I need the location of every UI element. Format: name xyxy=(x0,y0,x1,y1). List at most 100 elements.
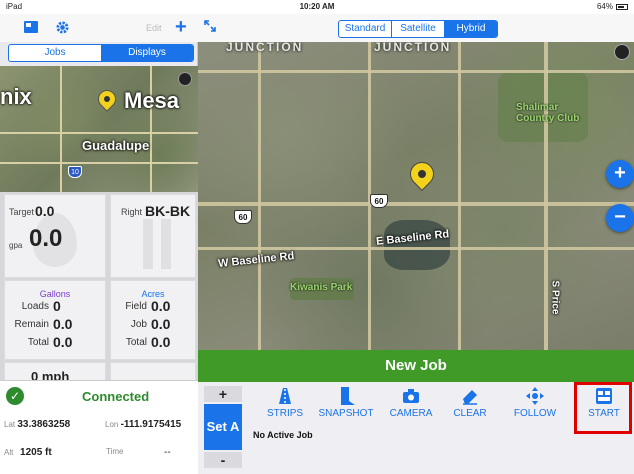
loads-value-wrap: 0 xyxy=(53,298,61,314)
right-label: Right xyxy=(121,207,143,217)
camera-icon xyxy=(403,389,419,403)
longitude: Lon -111.9175415 xyxy=(105,419,181,430)
strips-icon xyxy=(279,388,291,404)
zoom-out-button[interactable]: − xyxy=(606,204,634,232)
eraser-icon xyxy=(463,390,477,405)
location-pin-icon[interactable] xyxy=(405,157,439,191)
mini-map[interactable]: nix Mesa Guadalupe 10 xyxy=(0,66,198,192)
altitude: Alt 1205 ft xyxy=(4,447,52,458)
target-label: Target xyxy=(9,207,35,217)
left-toolbar: Edit + xyxy=(0,14,198,42)
remain-value-wrap: 0.0 xyxy=(53,316,72,332)
connection-status: Connected xyxy=(82,389,150,404)
lon-value: -111.9175415 xyxy=(120,419,182,430)
display-icon[interactable] xyxy=(24,21,38,36)
time-value: -- xyxy=(164,447,171,458)
time-label: Time xyxy=(106,447,124,456)
road xyxy=(198,202,634,206)
map-toolbar: Standard Satellite Hybrid xyxy=(198,14,634,42)
jobs-displays-segment: Jobs Displays xyxy=(8,44,194,62)
remain-value: 0.0 xyxy=(53,316,73,332)
clock: 10:20 AM xyxy=(299,2,335,11)
snapshot-button[interactable]: SNAPSHOT xyxy=(314,386,378,419)
edit-button[interactable]: Edit xyxy=(146,23,162,33)
map-type-hybrid[interactable]: Hybrid xyxy=(445,21,497,37)
follow-label: FOLLOW xyxy=(513,408,557,419)
gallons-card[interactable]: Gallons Loads 0 Remain 0.0 Total 0.0 xyxy=(4,280,106,360)
map-label-junction-1: JUNCTION xyxy=(226,42,304,54)
compass-icon[interactable] xyxy=(614,44,630,60)
gallons-total-label: Total xyxy=(27,337,49,348)
loads-label: Loads xyxy=(21,301,49,312)
status-bar: iPad 10:20 AM 64% xyxy=(0,0,634,14)
lon-label: Lon xyxy=(105,420,119,429)
lat-value: 33.3863258 xyxy=(17,419,71,430)
field-value-wrap: 0.0 xyxy=(151,298,170,314)
strips-label: STRIPS xyxy=(266,408,304,419)
map-label-nix: nix xyxy=(0,84,32,109)
bottom-toolbar: + Set A - No Active Job STRIPS SNAPSHOT … xyxy=(198,382,634,474)
add-button[interactable]: + xyxy=(175,17,187,37)
active-job-status: No Active Job xyxy=(253,430,313,440)
arrows-icon xyxy=(137,215,177,271)
connection-panel: ✓ Connected Lat 33.3863258 Lon -111.9175… xyxy=(0,380,198,474)
map-label-mesa: Mesa xyxy=(124,88,180,113)
set-a-button[interactable]: Set A xyxy=(204,404,242,450)
gallons-total-value-wrap: 0.0 xyxy=(53,334,72,350)
map-type-satellite[interactable]: Satellite xyxy=(392,21,445,37)
zoom-in-button[interactable]: + xyxy=(606,160,634,188)
acres-total-label: Total xyxy=(125,337,147,348)
map-label-park: Kiwanis Park xyxy=(290,282,353,293)
road xyxy=(258,42,261,350)
target-value: 0.0 xyxy=(35,203,55,219)
acres-total-value-wrap: 0.0 xyxy=(151,334,170,350)
clear-button[interactable]: CLEAR xyxy=(448,386,492,419)
boom-card[interactable]: Right BK-BK xyxy=(110,194,196,278)
field-label: Field xyxy=(125,301,147,312)
job-label: Job xyxy=(130,319,147,330)
street-label-s-price: S Price xyxy=(549,280,561,315)
road xyxy=(0,132,198,134)
new-job-button[interactable]: New Job xyxy=(198,350,634,382)
compass-icon[interactable] xyxy=(178,72,192,86)
road xyxy=(0,162,198,164)
tab-displays[interactable]: Displays xyxy=(101,45,193,61)
expand-icon[interactable] xyxy=(204,20,216,35)
gauge-grid: Target 0.0 gpa 0.0 Right BK-BK Gallons L… xyxy=(0,192,198,392)
right-value: BK-BK xyxy=(145,203,191,219)
main-map[interactable]: JUNCTION JUNCTION Shalimar Country Club … xyxy=(198,42,634,350)
latitude: Lat 33.3863258 xyxy=(4,419,70,430)
snapshot-icon xyxy=(341,387,355,405)
gallons-total-value: 0.0 xyxy=(53,334,73,350)
road xyxy=(544,42,548,350)
acres-total-value: 0.0 xyxy=(151,334,171,350)
follow-button[interactable]: FOLLOW xyxy=(510,386,560,419)
route-shield: 60 xyxy=(370,194,388,208)
map-type-segment: Standard Satellite Hybrid xyxy=(338,20,498,38)
loads-value: 0 xyxy=(53,298,61,314)
route-shield: 60 xyxy=(234,210,252,224)
street-label-w-baseline: W Baseline Rd xyxy=(217,250,295,270)
strips-button[interactable]: STRIPS xyxy=(260,386,310,419)
map-label-junction-2: JUNCTION xyxy=(374,42,452,54)
check-icon: ✓ xyxy=(6,387,24,405)
road xyxy=(198,70,634,73)
rate-card[interactable]: Target 0.0 gpa 0.0 xyxy=(4,194,106,278)
alt-value: 1205 ft xyxy=(20,447,52,458)
gear-icon[interactable] xyxy=(56,21,69,37)
acres-card[interactable]: Acres Field 0.0 Job 0.0 Total 0.0 xyxy=(110,280,196,360)
camera-button[interactable]: CAMERA xyxy=(384,386,438,419)
tab-jobs[interactable]: Jobs xyxy=(9,45,101,61)
increment-button[interactable]: + xyxy=(204,386,242,402)
decrement-button[interactable]: - xyxy=(204,452,242,468)
road xyxy=(150,66,152,192)
job-value-wrap: 0.0 xyxy=(151,316,170,332)
location-pin-icon xyxy=(94,86,120,112)
map-type-standard[interactable]: Standard xyxy=(339,21,392,37)
battery-percent: 64% xyxy=(596,2,613,11)
route-shield: 10 xyxy=(68,166,82,178)
start-highlight-box xyxy=(574,382,632,434)
road xyxy=(198,247,634,250)
road xyxy=(60,66,62,192)
follow-icon xyxy=(526,387,544,405)
